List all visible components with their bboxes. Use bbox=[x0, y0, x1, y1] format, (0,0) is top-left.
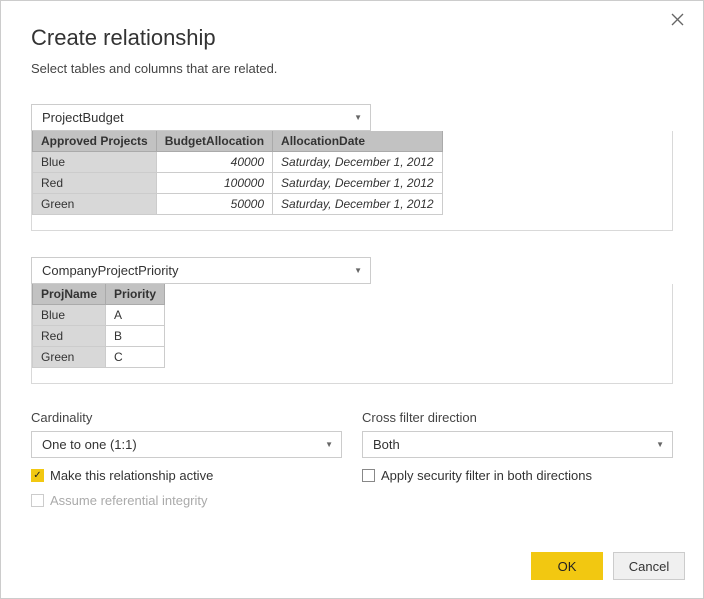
table-row: Red 100000 Saturday, December 1, 2012 bbox=[33, 173, 443, 194]
table-row: Blue 40000 Saturday, December 1, 2012 bbox=[33, 152, 443, 173]
cardinality-label: Cardinality bbox=[31, 410, 342, 425]
cardinality-value: One to one (1:1) bbox=[42, 437, 137, 452]
crossfilter-value: Both bbox=[373, 437, 400, 452]
chevron-down-icon: ▼ bbox=[325, 440, 333, 449]
table-header-row: Approved Projects BudgetAllocation Alloc… bbox=[33, 131, 443, 152]
checkbox-label: Assume referential integrity bbox=[50, 493, 208, 508]
col-header[interactable]: BudgetAllocation bbox=[156, 131, 272, 152]
crossfilter-label: Cross filter direction bbox=[362, 410, 673, 425]
ok-button[interactable]: OK bbox=[531, 552, 603, 580]
table-header-row: ProjName Priority bbox=[33, 284, 165, 305]
dialog-title: Create relationship bbox=[31, 25, 673, 51]
checkbox-label: Make this relationship active bbox=[50, 468, 213, 483]
table-row: Blue A bbox=[33, 305, 165, 326]
crossfilter-select[interactable]: Both ▼ bbox=[362, 431, 673, 458]
table-row: Green 50000 Saturday, December 1, 2012 bbox=[33, 194, 443, 215]
active-checkbox[interactable]: ✓ Make this relationship active bbox=[31, 468, 342, 483]
col-header[interactable]: Approved Projects bbox=[33, 131, 157, 152]
checkbox-icon bbox=[31, 494, 44, 507]
cancel-button[interactable]: Cancel bbox=[613, 552, 685, 580]
chevron-down-icon: ▼ bbox=[354, 266, 362, 275]
table-row: Green C bbox=[33, 347, 165, 368]
col-header[interactable]: AllocationDate bbox=[273, 131, 443, 152]
col-header[interactable]: ProjName bbox=[33, 284, 106, 305]
table1-select-value: ProjectBudget bbox=[42, 110, 124, 125]
table2-select[interactable]: CompanyProjectPriority ▼ bbox=[31, 257, 371, 284]
checkbox-label: Apply security filter in both directions bbox=[381, 468, 592, 483]
table1-select[interactable]: ProjectBudget ▼ bbox=[31, 104, 371, 131]
dialog-subtitle: Select tables and columns that are relat… bbox=[31, 61, 673, 76]
table1-preview: Approved Projects BudgetAllocation Alloc… bbox=[31, 131, 673, 231]
checkbox-icon bbox=[362, 469, 375, 482]
table2-preview: ProjName Priority Blue A Red B Green C bbox=[31, 284, 673, 384]
chevron-down-icon: ▼ bbox=[354, 113, 362, 122]
referential-checkbox: Assume referential integrity bbox=[31, 493, 342, 508]
cardinality-select[interactable]: One to one (1:1) ▼ bbox=[31, 431, 342, 458]
chevron-down-icon: ▼ bbox=[656, 440, 664, 449]
create-relationship-dialog: Create relationship Select tables and co… bbox=[0, 0, 704, 599]
col-header[interactable]: Priority bbox=[106, 284, 165, 305]
close-icon[interactable] bbox=[671, 13, 687, 29]
checkbox-icon: ✓ bbox=[31, 469, 44, 482]
table-row: Red B bbox=[33, 326, 165, 347]
table2-select-value: CompanyProjectPriority bbox=[42, 263, 179, 278]
security-filter-checkbox[interactable]: Apply security filter in both directions bbox=[362, 468, 673, 483]
dialog-footer: OK Cancel bbox=[1, 540, 703, 598]
